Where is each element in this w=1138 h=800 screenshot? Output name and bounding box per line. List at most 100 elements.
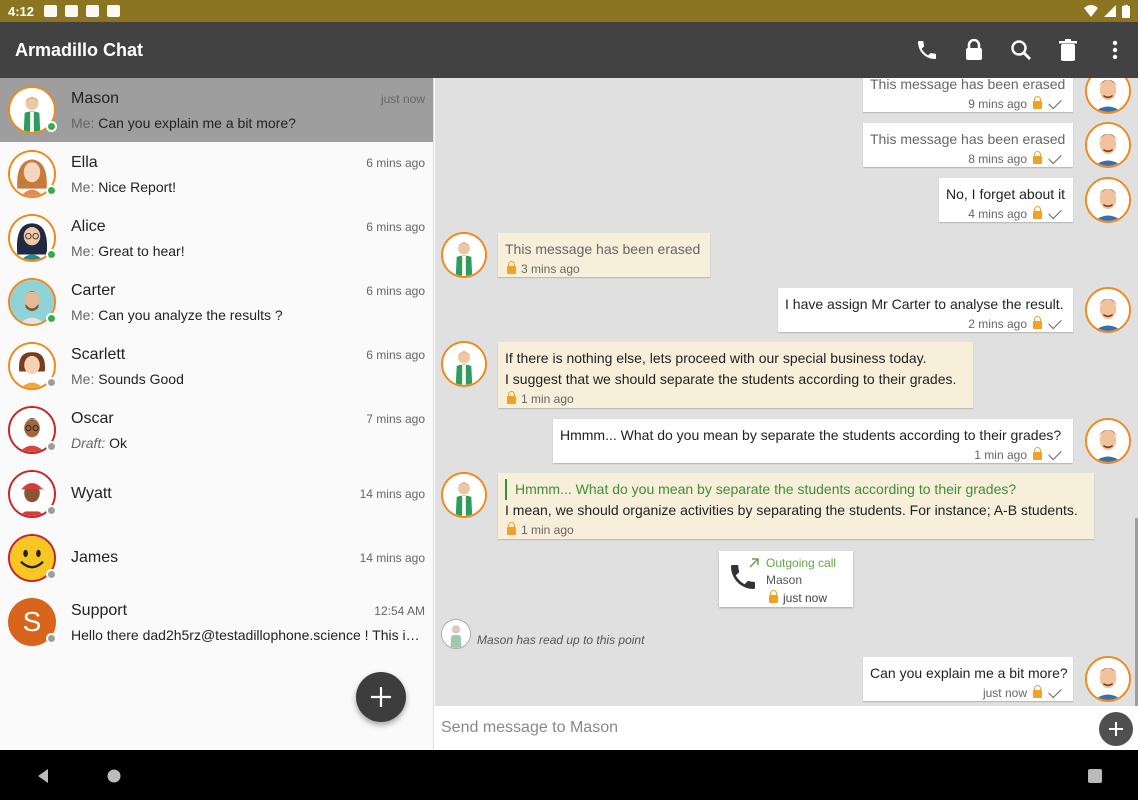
- last-message-time: 6 mins ago: [366, 219, 425, 234]
- outgoing-message[interactable]: Can you explain me a bit more? just now: [863, 657, 1073, 701]
- outgoing-message[interactable]: Hmmm... What do you mean by separate the…: [553, 419, 1073, 463]
- plus-icon: [371, 687, 391, 707]
- new-conversation-button[interactable]: [356, 672, 406, 722]
- message-time: just now: [982, 686, 1027, 700]
- conversation-row-alice[interactable]: Alice 6 mins ago Me: Great to hear!: [0, 206, 433, 270]
- last-message-time: just now: [380, 91, 425, 106]
- conversation-row-support[interactable]: S Support 12:54 AM Hello there dad2h5rz@t…: [0, 590, 433, 654]
- notification-icon: [65, 5, 79, 17]
- app-toolbar: Armadillo Chat: [0, 22, 1138, 78]
- last-message-time: 7 mins ago: [366, 411, 425, 426]
- message-text: This message has been erased: [870, 78, 1066, 92]
- contact-name: Scarlett: [71, 345, 126, 363]
- contact-name: Wyatt: [71, 485, 112, 502]
- avatar: [8, 278, 57, 326]
- message-input[interactable]: [441, 714, 1081, 742]
- contact-name: Oscar: [71, 409, 114, 427]
- offline-status-dot: [46, 569, 57, 580]
- message-text: Hmmm... What do you mean by separate the…: [560, 427, 1062, 443]
- incoming-message[interactable]: Hmmm... What do you mean by separate the…: [498, 473, 1094, 539]
- message-time: 2 mins ago: [968, 317, 1027, 331]
- conversation-row-wyatt[interactable]: Wyatt 14 mins ago: [0, 462, 433, 526]
- message-preview: Nice Report!: [98, 178, 177, 195]
- message-time: 3 mins ago: [521, 262, 580, 276]
- more-vert-icon: [1112, 40, 1117, 60]
- message-time: 1 min ago: [521, 392, 574, 406]
- quoted-reply[interactable]: Hmmm... What do you mean by separate the…: [505, 479, 1086, 500]
- conversation-row-mason[interactable]: Mason just now Me: Can you explain me a b…: [0, 78, 433, 142]
- notification-icon: [86, 5, 100, 17]
- avatar: [8, 86, 57, 134]
- message-time: 8 mins ago: [968, 152, 1027, 166]
- wifi-icon: [1084, 5, 1098, 17]
- message-text: Can you explain me a bit more?: [870, 665, 1068, 681]
- my-avatar: [1085, 418, 1131, 464]
- outgoing-message[interactable]: This message has been erased 8 mins ago: [863, 123, 1073, 167]
- preview-prefix: Me:: [71, 370, 95, 387]
- incoming-message[interactable]: This message has been erased 3 mins ago: [498, 233, 710, 277]
- lock-button[interactable]: [950, 22, 997, 78]
- contact-name: Ella: [71, 153, 98, 171]
- read-receipt-avatar: [441, 619, 471, 649]
- conversation-row-scarlett[interactable]: Scarlett 6 mins ago Me: Sounds Good: [0, 334, 433, 398]
- conversation-row-james[interactable]: James 14 mins ago: [0, 526, 433, 590]
- sd-card-icon: [107, 5, 121, 17]
- delete-button[interactable]: [1044, 22, 1091, 78]
- online-status-dot: [46, 249, 57, 260]
- my-avatar: [1085, 78, 1131, 114]
- last-message-time: 6 mins ago: [366, 347, 425, 362]
- back-icon[interactable]: [32, 764, 56, 788]
- my-avatar: [1085, 656, 1131, 702]
- message-text: No, I forget about it: [946, 186, 1066, 202]
- message-text-line2: I suggest that we should separate the st…: [505, 371, 957, 387]
- outgoing-message[interactable]: I have assign Mr Carter to analyse the r…: [778, 288, 1073, 332]
- incoming-message[interactable]: If there is nothing else, lets proceed w…: [498, 342, 973, 408]
- more-options-button[interactable]: [1091, 22, 1138, 78]
- home-icon[interactable]: [102, 764, 126, 788]
- avatar: [8, 214, 57, 262]
- preview-prefix: Me:: [71, 306, 95, 323]
- online-status-dot: [46, 121, 57, 132]
- contact-name: Mason: [71, 89, 120, 107]
- sent-check-icon: [1048, 95, 1062, 109]
- draft-label: Draft:: [71, 434, 106, 451]
- message-preview: Can you explain me a bit more?: [98, 114, 296, 131]
- contact-name: Alice: [71, 217, 106, 235]
- call-time: just now: [783, 591, 828, 605]
- conversation-row-ella[interactable]: Ella 6 mins ago Me: Nice Report!: [0, 142, 433, 206]
- last-message-time: 12:54 AM: [374, 603, 425, 618]
- avatar: [8, 534, 57, 582]
- phone-icon: [917, 41, 936, 59]
- encrypted-lock-icon: [1033, 96, 1042, 109]
- message-preview: Great to hear!: [98, 242, 185, 259]
- contact-avatar: [441, 232, 487, 278]
- call-contact: Mason: [766, 573, 803, 587]
- search-button[interactable]: [997, 22, 1044, 78]
- message-time: 1 min ago: [521, 523, 574, 537]
- plus-icon: [1109, 722, 1123, 736]
- encrypted-lock-icon: [507, 522, 516, 535]
- message-text: This message has been erased: [870, 131, 1066, 147]
- message-time: 1 min ago: [974, 448, 1027, 462]
- outgoing-message[interactable]: No, I forget about it 4 mins ago: [939, 178, 1073, 222]
- conversation-row-oscar[interactable]: Oscar 7 mins ago Draft: Ok: [0, 398, 433, 462]
- message-preview: Hello there dad2h5rz@testadillophone.sci…: [71, 626, 420, 643]
- recents-icon[interactable]: [1083, 764, 1107, 788]
- status-time: 4:12: [8, 3, 35, 19]
- outgoing-message[interactable]: This message has been erased 9 mins ago: [863, 78, 1073, 112]
- contact-avatar: [441, 472, 487, 518]
- conversation-list: Mason just now Me: Can you explain me a b…: [0, 78, 434, 750]
- message-text: I have assign Mr Carter to analyse the r…: [785, 296, 1064, 312]
- avatar: [8, 406, 57, 454]
- encrypted-lock-icon: [507, 261, 516, 274]
- last-message-time: 14 mins ago: [359, 551, 425, 565]
- lock-icon: [965, 39, 982, 60]
- call-log-card[interactable]: Outgoing call Mason just now: [719, 551, 853, 607]
- last-message-time: 14 mins ago: [359, 487, 425, 501]
- app-title: Armadillo Chat: [15, 39, 144, 60]
- conversation-row-carter[interactable]: Carter 6 mins ago Me: Can you analyze the…: [0, 270, 433, 334]
- call-type: Outgoing call: [766, 556, 837, 570]
- call-button[interactable]: [903, 22, 950, 78]
- message-text: I mean, we should organize activities by…: [505, 502, 1078, 518]
- attach-button[interactable]: [1099, 712, 1133, 746]
